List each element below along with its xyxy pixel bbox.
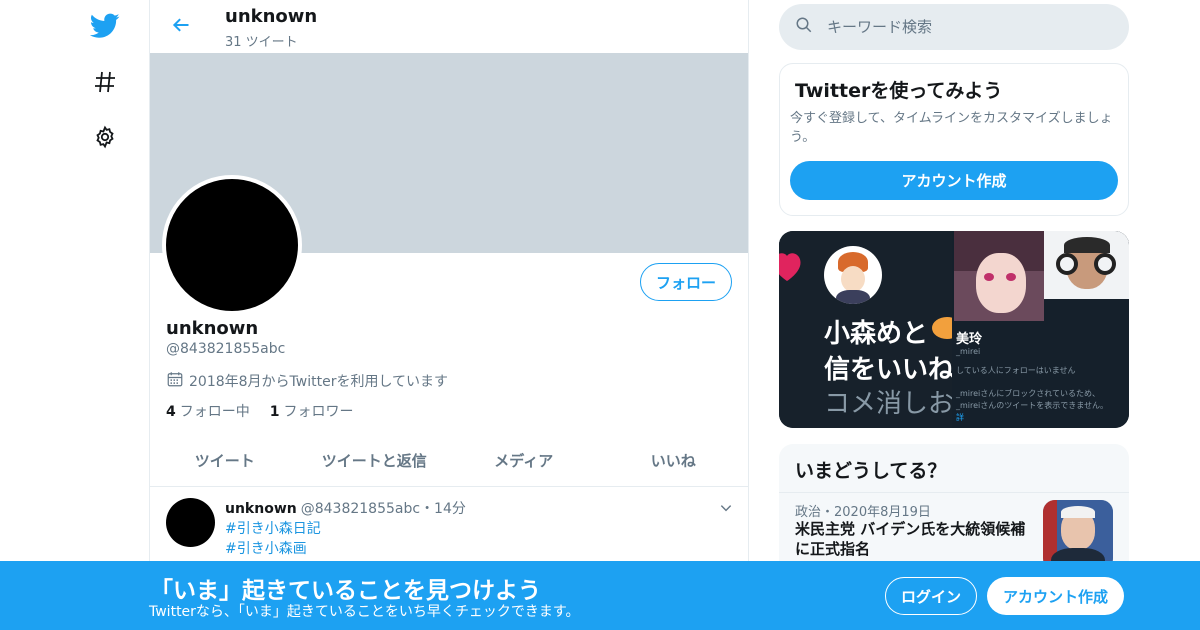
search-icon xyxy=(795,16,813,38)
follow-counts: 4 フォロー中 1 フォロワー xyxy=(166,401,354,421)
twitter-bird-icon[interactable] xyxy=(85,6,125,46)
tab-likes[interactable]: いいね xyxy=(599,435,749,486)
page: unknown 31 ツイート フォロー unknown @843821855a… xyxy=(0,0,1200,630)
person-photo xyxy=(1044,231,1129,299)
followers-link[interactable]: 1 フォロワー xyxy=(270,401,354,421)
tweet-author[interactable]: unknown xyxy=(225,501,297,517)
joined-date: 2018年8月からTwitterを利用しています xyxy=(166,370,448,392)
banner-create-account-button[interactable]: アカウント作成 xyxy=(987,577,1124,615)
search-box[interactable] xyxy=(779,4,1129,50)
hashtag-icon[interactable] xyxy=(85,62,125,102)
chevron-down-icon[interactable] xyxy=(716,498,736,518)
signup-banner: 「いま」起きていることを見つけよう Twitterなら、「いま」起きていることを… xyxy=(0,561,1200,630)
joined-text: 2018年8月からTwitterを利用しています xyxy=(189,374,449,390)
signup-card: Twitterを使ってみよう 今すぐ登録して、タイムラインをカスタマイズしましょ… xyxy=(779,63,1129,216)
media-image-left[interactable]: 小森めと 信をいいね コメ消しお xyxy=(779,231,952,428)
media-grid[interactable]: 小森めと 信をいいね コメ消しお 美玲 _mirei している人にフォローはいま… xyxy=(779,231,1129,428)
following-label: フォロー中 xyxy=(179,404,250,420)
following-link[interactable]: 4 フォロー中 xyxy=(166,401,250,421)
tweet-time[interactable]: ・14分 xyxy=(420,501,466,517)
trend-thumbnail[interactable] xyxy=(1043,500,1113,570)
gear-icon[interactable] xyxy=(85,117,125,157)
trend-category: 政治・2020年8月19日 xyxy=(795,505,931,520)
planet-icon xyxy=(932,317,952,339)
tweet-item[interactable]: unknown @843821855abc・14分 #引き小森日記 #引き小森画 xyxy=(150,488,748,568)
media-small-text: _mireiさんにブロックされているため、 xyxy=(956,389,1101,398)
tweet-hashtag[interactable]: #引き小森日記 xyxy=(225,518,321,538)
profile-column: unknown 31 ツイート フォロー unknown @843821855a… xyxy=(149,0,749,630)
followers-count: 1 xyxy=(269,404,280,420)
media-small-text: _mireiさんのツイートを表示できません。 xyxy=(956,401,1109,410)
media-small-text: 詳 xyxy=(956,413,964,422)
tab-tweets-replies[interactable]: ツイートと返信 xyxy=(300,435,450,486)
tweet-avatar[interactable] xyxy=(166,498,215,547)
profile-header: unknown 31 ツイート xyxy=(150,0,748,53)
profile-name: unknown xyxy=(166,318,259,339)
calendar-icon xyxy=(166,370,184,392)
tweet-count: 31 ツイート xyxy=(225,35,298,50)
signup-description: 今すぐ登録して、タイムラインをカスタマイズしましょう。 xyxy=(790,111,1113,145)
heart-icon xyxy=(779,253,801,281)
follow-button[interactable]: フォロー xyxy=(639,263,732,301)
tab-tweets[interactable]: ツイート xyxy=(150,435,300,486)
profile-tabs: ツイート ツイートと返信 メディア いいね xyxy=(150,435,748,487)
banner-subtitle: Twitterなら、「いま」起きていることをいち早くチェックできます。 xyxy=(149,604,580,620)
anime-portrait xyxy=(954,231,1044,321)
media-profile-name: 美玲 xyxy=(956,332,983,347)
divider xyxy=(779,492,1129,493)
media-text-line: コメ消しお xyxy=(824,389,952,419)
character-avatar xyxy=(824,246,882,304)
signup-title: Twitterを使ってみよう xyxy=(795,80,1003,102)
following-count: 4 xyxy=(166,404,176,420)
search-input[interactable] xyxy=(827,18,1107,36)
media-profile-handle: _mirei xyxy=(956,347,981,356)
tab-media[interactable]: メディア xyxy=(449,435,599,486)
tweet-header: unknown @843821855abc・14分 xyxy=(225,498,466,518)
trends-title: いまどうしてる？ xyxy=(795,460,947,482)
tweet-hashtag[interactable]: #引き小森画 xyxy=(225,538,307,558)
trend-headline[interactable]: 米民主党 バイデン氏を大統領候補に正式指名 xyxy=(795,519,1035,559)
media-image-right[interactable]: 美玲 _mirei している人にフォローはいません _mireiさんにブロックさ… xyxy=(954,231,1129,428)
media-small-text: している人にフォローはいません xyxy=(956,366,1076,375)
login-button[interactable]: ログイン xyxy=(885,577,977,615)
profile-avatar[interactable] xyxy=(162,175,302,315)
media-text-line: 小森めと xyxy=(824,319,929,349)
banner-title: 「いま」起きていることを見つけよう xyxy=(150,578,541,604)
profile-handle: @843821855abc xyxy=(166,341,286,357)
media-text-line: 信をいいね xyxy=(824,355,952,385)
create-account-button[interactable]: アカウント作成 xyxy=(790,161,1118,200)
back-arrow-icon[interactable] xyxy=(166,10,196,40)
header-title: unknown xyxy=(225,6,318,27)
tweet-handle: @843821855abc xyxy=(300,501,421,517)
followers-label: フォロワー xyxy=(283,404,354,420)
